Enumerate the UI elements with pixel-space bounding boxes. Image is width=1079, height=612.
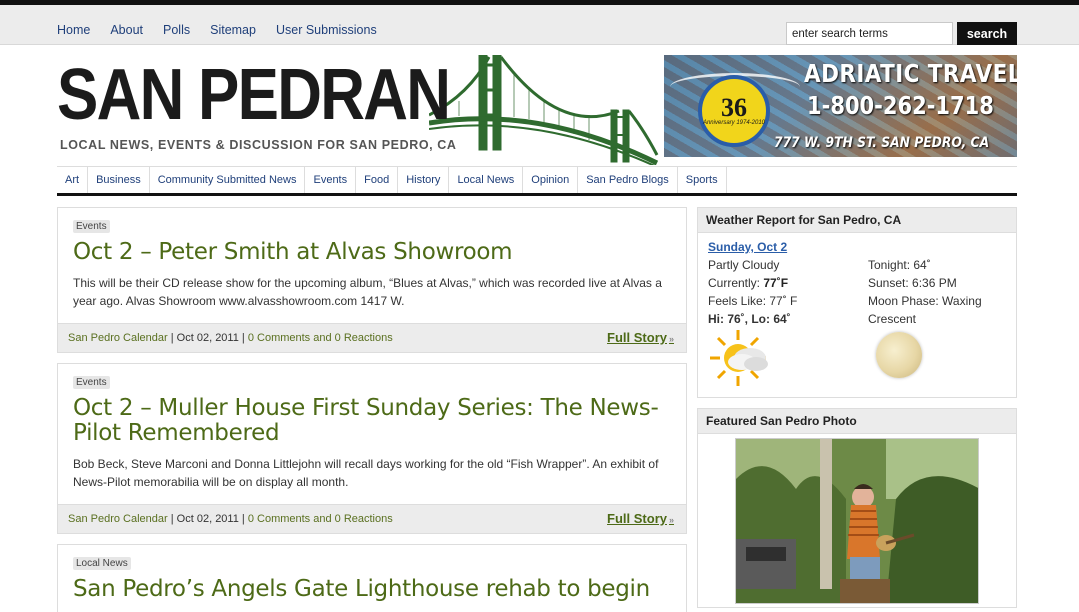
post-date: Oct 02, 2011 [176, 332, 239, 344]
site-tagline: LOCAL NEWS, EVENTS & DISCUSSION FOR SAN … [60, 138, 457, 152]
nav-about-link[interactable]: About [110, 23, 143, 37]
double-chevron-icon: » [668, 515, 674, 525]
bridge-illustration [429, 55, 659, 165]
currently-label: Currently: [708, 276, 761, 290]
post-card: Events Oct 2 – Muller House First Sunday… [57, 363, 687, 534]
full-story-link[interactable]: Full Story» [607, 505, 674, 534]
anniversary-seal: 36 Anniversary 1974-2010 [698, 75, 770, 147]
ad-company-name: ADRIATIC TRAVEL [804, 59, 1017, 88]
post-title[interactable]: Oct 2 – Muller House First Sunday Series… [73, 396, 671, 446]
search-input[interactable] [786, 22, 953, 45]
weather-sunset: Sunset: 6:36 PM [868, 276, 957, 290]
post-comments-link[interactable]: 0 Comments and 0 Reactions [248, 513, 393, 525]
post-title[interactable]: Oct 2 – Peter Smith at Alvas Showroom [73, 240, 671, 265]
site-title: SAN PEDRAN [57, 55, 451, 135]
double-chevron-icon: » [668, 334, 674, 344]
search-button[interactable]: search [957, 22, 1017, 45]
weather-currently: Currently: 77˚F [708, 274, 868, 292]
moon-icon [876, 332, 922, 378]
post-category-badge[interactable]: Local News [73, 557, 131, 570]
weather-left-column: Partly Cloudy Currently: 77˚F Feels Like… [708, 256, 868, 328]
nav-home-link[interactable]: Home [57, 23, 90, 37]
post-meta-bar: San Pedro Calendar | Oct 02, 2011 | 0 Co… [58, 504, 686, 533]
partly-cloudy-icon [710, 330, 768, 386]
cat-events-link[interactable]: Events [305, 167, 357, 193]
post-date: Oct 02, 2011 [176, 513, 239, 525]
post-excerpt: Bob Beck, Steve Marconi and Donna Little… [73, 457, 659, 489]
weather-hi-lo: Hi: 76˚, Lo: 64˚ [708, 312, 791, 326]
cat-art-link[interactable]: Art [57, 167, 89, 193]
seal-number: 36 [721, 93, 747, 122]
cat-food-link[interactable]: Food [356, 167, 399, 193]
post-category-badge[interactable]: Events [73, 220, 110, 233]
weather-tonight: Tonight: 64˚ [868, 258, 931, 272]
currently-value: 77˚F [763, 276, 789, 290]
category-nav: Art Business Community Submitted News Ev… [57, 166, 1017, 196]
post-source-link[interactable]: San Pedro Calendar [68, 332, 168, 344]
top-bar: Home About Polls Sitemap User Submission… [0, 5, 1079, 45]
nav-sitemap-link[interactable]: Sitemap [210, 23, 256, 37]
nav-polls-link[interactable]: Polls [163, 23, 190, 37]
featured-photo[interactable] [735, 438, 979, 604]
cat-sports-link[interactable]: Sports [678, 167, 727, 193]
post-source-link[interactable]: San Pedro Calendar [68, 513, 168, 525]
post-card: Local News San Pedro’s Angels Gate Light… [57, 544, 687, 612]
adriatic-travel-ad[interactable]: 36 Anniversary 1974-2010 ADRIATIC TRAVEL… [664, 55, 1017, 157]
featured-photo-heading: Featured San Pedro Photo [698, 409, 1016, 434]
post-title[interactable]: San Pedro’s Angels Gate Lighthouse rehab… [73, 577, 671, 602]
seal-text: Anniversary 1974-2010 [702, 120, 766, 126]
cat-blogs-link[interactable]: San Pedro Blogs [578, 167, 678, 193]
weather-moon-phase: Moon Phase: Waxing Crescent [868, 294, 982, 326]
weather-date-link[interactable]: Sunday, Oct 2 [708, 240, 787, 254]
post-excerpt: This will be their CD release show for t… [73, 276, 662, 308]
cat-business-link[interactable]: Business [88, 167, 150, 193]
top-nav: Home About Polls Sitemap User Submission… [57, 23, 397, 37]
weather-heading: Weather Report for San Pedro, CA [698, 208, 1016, 233]
ad-phone: 1-800-262-1718 [807, 91, 994, 120]
post-comments-link[interactable]: 0 Comments and 0 Reactions [248, 332, 393, 344]
cat-community-news-link[interactable]: Community Submitted News [150, 167, 306, 193]
weather-condition: Partly Cloudy [708, 258, 780, 272]
featured-photo-image [736, 439, 978, 603]
post-category-badge[interactable]: Events [73, 376, 110, 389]
post-meta-bar: San Pedro Calendar | Oct 02, 2011 | 0 Co… [58, 323, 686, 352]
nav-user-submissions-link[interactable]: User Submissions [276, 23, 377, 37]
cat-local-news-link[interactable]: Local News [449, 167, 524, 193]
featured-photo-widget: Featured San Pedro Photo [697, 408, 1017, 608]
ad-address: 777 W. 9TH ST. SAN PEDRO, CA [774, 135, 990, 151]
weather-right-column: Tonight: 64˚ Sunset: 6:36 PM Moon Phase:… [868, 256, 1013, 328]
site-logo[interactable]: SAN PEDRAN LOCAL NEWS, EVENTS & DISCUSSI… [57, 55, 659, 165]
post-card: Events Oct 2 – Peter Smith at Alvas Show… [57, 207, 687, 353]
weather-feels-like: Feels Like: 77˚ F [708, 294, 798, 308]
full-story-label: Full Story [607, 511, 667, 526]
full-story-link[interactable]: Full Story» [607, 324, 674, 353]
cat-history-link[interactable]: History [398, 167, 450, 193]
weather-widget: Weather Report for San Pedro, CA Sunday,… [697, 207, 1017, 398]
cat-opinion-link[interactable]: Opinion [523, 167, 579, 193]
full-story-label: Full Story [607, 330, 667, 345]
